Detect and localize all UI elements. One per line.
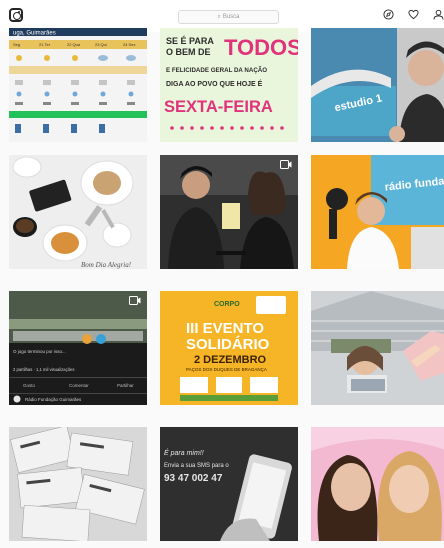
video-icon xyxy=(280,160,292,169)
coffee-caption: Bom Dia Alegria! xyxy=(81,261,132,269)
post-tickets[interactable] xyxy=(9,427,147,541)
fb-post-text: O jogo terminou por isso... xyxy=(13,349,66,354)
post-estudio[interactable]: estudio 1 xyxy=(311,28,444,142)
explore-icon[interactable] xyxy=(383,9,394,20)
sexta-line-2: O BEM DE xyxy=(166,47,211,57)
evento-date: 2 DEZEMBRO xyxy=(194,354,267,366)
post-radio-studio-video[interactable] xyxy=(160,155,298,269)
post-radio-fundacao[interactable]: rádio fundação xyxy=(311,155,444,269)
fb-page-name: Rádio Fundação Guimarães xyxy=(25,397,82,402)
profile-icon[interactable] xyxy=(433,9,444,20)
post-weather-forecast[interactable]: uga, Guimarães Seg 21 Ter 22 Qua 23 Qui … xyxy=(9,28,147,142)
search-input[interactable]: ⌕ Busca xyxy=(178,10,279,24)
post-facebook-video[interactable]: O jogo terminou por isso... 2 partilhas … xyxy=(9,291,147,405)
search-placeholder: Busca xyxy=(222,14,240,20)
evento-title-1: III EVENTO xyxy=(186,320,264,337)
weather-day-2: 21 Ter xyxy=(39,42,51,47)
sms-line-3: 93 47 002 47 xyxy=(164,473,223,484)
instagram-glyph-icon[interactable] xyxy=(9,8,23,22)
video-icon xyxy=(129,296,141,305)
sexta-line-4: E FELICIDADE GERAL DA NAÇÃO xyxy=(166,67,267,74)
post-coffee-breakfast[interactable]: Bom Dia Alegria! xyxy=(9,155,147,269)
sexta-todos: TODOS xyxy=(224,35,298,60)
search-icon: ⌕ xyxy=(217,13,221,20)
fb-share-label: Partilhar xyxy=(117,383,134,388)
post-arena-selfie[interactable] xyxy=(311,291,444,405)
sms-line-1: É para mim!! xyxy=(164,448,204,457)
weather-day-3: 22 Qua xyxy=(67,42,81,47)
fb-comment-label: Comentar xyxy=(69,383,89,388)
post-sexta-feira[interactable]: SE É PARA O BEM DE TODOS E FELICIDADE GE… xyxy=(160,28,298,142)
evento-title-2: SOLIDÁRIO xyxy=(186,336,270,353)
fb-stats: 2 partilhas · 1,1 mil visualizações xyxy=(13,367,74,372)
weather-day-5: 24 Sex xyxy=(123,42,135,47)
evento-place: PAÇOS DOS DUQUES DE BRAGANÇA xyxy=(186,367,267,372)
weather-day-4: 23 Qui xyxy=(95,42,107,47)
evento-brand: CORPO xyxy=(214,301,240,308)
sexta-line-1: SE É PARA xyxy=(166,36,214,46)
sms-line-2: Envia a sua SMS para o xyxy=(164,463,229,469)
weather-location: uga, Guimarães xyxy=(13,31,56,37)
weather-day-1: Seg xyxy=(13,42,20,47)
heart-icon[interactable] xyxy=(408,9,419,20)
post-sms-promo[interactable]: É para mim!! Envia a sua SMS para o 93 4… xyxy=(160,427,298,541)
sexta-line-5: DIGA AO POVO QUE HOJE É xyxy=(166,79,263,88)
post-evento-solidario[interactable]: CORPO III EVENTO SOLIDÁRIO 2 DEZEMBRO PA… xyxy=(160,291,298,405)
post-selfie-two-women[interactable] xyxy=(311,427,444,541)
fb-like-label: Gosto xyxy=(23,383,36,388)
sexta-line-6: SEXTA-FEIRA xyxy=(164,98,273,116)
nav-icons xyxy=(383,9,444,20)
